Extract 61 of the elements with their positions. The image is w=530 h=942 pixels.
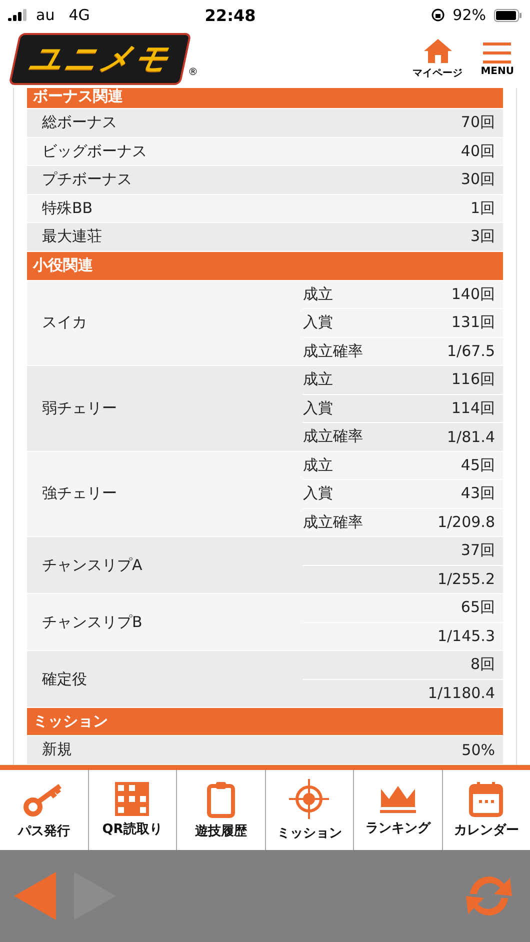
role-label: 弱チェリー: [42, 398, 117, 418]
role-label: 強チェリー: [42, 484, 117, 504]
stat-value: 114回: [451, 398, 495, 418]
signal-icon: [8, 9, 28, 21]
network-type: 4G: [68, 6, 90, 24]
stat-value: 1/255.2: [437, 570, 495, 588]
back-button[interactable]: [12, 870, 58, 922]
section-header: 小役関連: [27, 252, 503, 280]
stat-value: 65回: [460, 598, 495, 618]
role-label: スイカ: [42, 313, 87, 332]
stat-value: 1/1180.4: [428, 684, 495, 702]
stat-value: 40回: [460, 142, 495, 161]
stat-value: 140回: [451, 284, 495, 304]
stat-label: 入賞: [303, 313, 333, 332]
rotation-lock-icon: [430, 8, 445, 22]
stat-value: 45回: [460, 456, 495, 475]
clipboard-icon: [206, 780, 236, 818]
stat-value: 8回: [470, 655, 495, 674]
menu-icon: [483, 42, 512, 64]
stat-label: プチボーナス: [42, 170, 132, 190]
role-label: チャンスリプB: [42, 612, 142, 632]
battery-percent: 92%: [452, 6, 486, 24]
stat-label: 成立: [303, 456, 333, 475]
stat-value: 116回: [451, 370, 495, 390]
role-label: 確定役: [42, 670, 87, 688]
section-header: ボーナス関連: [27, 88, 503, 108]
stat-label: 入賞: [303, 484, 333, 504]
stat-label: 成立確率: [303, 342, 363, 361]
calendar-icon: [469, 781, 504, 817]
qr-code-icon: [115, 782, 150, 816]
stat-label: 成立: [303, 284, 333, 304]
menu-button[interactable]: MENU: [476, 42, 518, 76]
stat-value: 1回: [470, 198, 495, 218]
stat-value: 50%: [462, 740, 495, 759]
stat-label: 成立確率: [303, 512, 363, 532]
role-label: チャンスリプA: [42, 556, 142, 574]
clock-time: 22:48: [204, 6, 256, 24]
stat-value: 1/81.4: [447, 428, 495, 446]
stat-value: 131回: [451, 313, 495, 332]
stat-label: 特殊BB: [42, 198, 93, 218]
stat-label: 新規: [42, 740, 72, 760]
stat-value: 30回: [460, 170, 495, 190]
stat-value: 1/209.8: [437, 513, 495, 532]
my-page-button[interactable]: マイページ: [408, 38, 467, 80]
stat-value: 43回: [460, 484, 495, 504]
stat-label: ビッグボーナス: [42, 142, 147, 161]
stat-label: 成立: [303, 370, 333, 390]
stat-label: 成立確率: [303, 427, 363, 446]
stat-label: 総ボーナス: [42, 113, 117, 132]
stat-label: 入賞: [303, 398, 333, 418]
home-icon: [422, 38, 453, 64]
stat-value: 3回: [470, 227, 495, 246]
carrier-name: au: [36, 6, 55, 24]
stat-value: 1/145.3: [437, 627, 495, 646]
stat-value: 37回: [460, 541, 495, 560]
stat-label: 最大連荘: [42, 227, 102, 246]
section-header: ミッション: [27, 708, 503, 735]
stat-value: 1/67.5: [447, 342, 495, 360]
stat-value: 70回: [460, 113, 495, 132]
crosshair-icon: [288, 778, 330, 820]
battery-icon: [494, 8, 522, 22]
